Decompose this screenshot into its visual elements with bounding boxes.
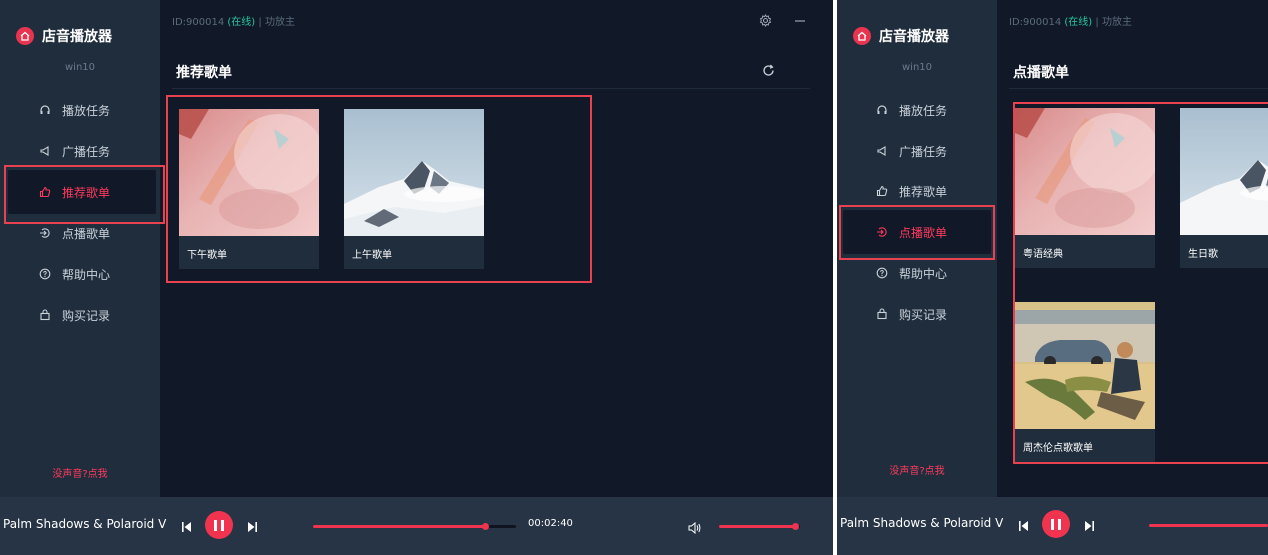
volume-icon[interactable] xyxy=(688,519,702,538)
device-name: win10 xyxy=(64,62,96,73)
song-title: Palm Shadows & Polaroid V xyxy=(840,516,1004,530)
bag-icon xyxy=(38,308,52,322)
app-name: 店音播放器 xyxy=(42,29,112,45)
device-status: ID:900014 (在线) | 功放主 xyxy=(172,13,295,28)
headphones-icon xyxy=(875,103,889,117)
previous-icon[interactable] xyxy=(1018,517,1029,536)
pause-button[interactable] xyxy=(205,511,233,539)
player-bar: Palm Shadows & Polaroid V 00:02:40 xyxy=(0,497,833,555)
highlight-box xyxy=(839,205,995,260)
device-role: 功放主 xyxy=(1101,17,1132,28)
sidebar: 店音播放器 win10 播放任务 广播任务 推荐歌单 点播歌单 帮助中心 购买记… xyxy=(0,0,160,497)
device-role: 功放主 xyxy=(264,17,295,28)
page-title: 推荐歌单 xyxy=(176,65,232,81)
home-logo-icon xyxy=(16,27,34,45)
pause-icon xyxy=(1051,518,1054,530)
app-logo: 店音播放器 xyxy=(853,26,949,46)
device-name: win10 xyxy=(901,62,933,73)
help-icon xyxy=(875,266,889,280)
app-name: 店音播放器 xyxy=(879,29,949,45)
sidebar-item-label: 播放任务 xyxy=(62,103,111,118)
online-status: (在线) xyxy=(227,17,256,28)
device-id: ID:900014 xyxy=(172,17,225,28)
page-title: 点播歌单 xyxy=(1013,65,1069,81)
sidebar-item-label: 帮助中心 xyxy=(62,267,111,282)
title-divider xyxy=(172,88,810,89)
pause-icon xyxy=(214,519,217,531)
sidebar-item-label: 广播任务 xyxy=(899,144,948,159)
sidebar-item-label: 广播任务 xyxy=(62,144,111,159)
progress-knob[interactable] xyxy=(482,523,490,530)
pause-button[interactable] xyxy=(1042,510,1070,538)
volume-knob[interactable] xyxy=(792,523,800,530)
highlight-box xyxy=(1013,102,1268,464)
sidebar-item-purchases[interactable]: 购买记录 xyxy=(837,295,997,333)
elapsed-time: 00:02:40 xyxy=(528,518,573,529)
no-sound-link[interactable]: 没声音?点我 xyxy=(0,465,160,480)
progress-fill xyxy=(313,525,486,528)
left-screenshot: 店音播放器 win10 播放任务 广播任务 推荐歌单 点播歌单 帮助中心 购买记… xyxy=(0,0,833,555)
megaphone-icon xyxy=(875,144,889,158)
megaphone-icon xyxy=(38,144,52,158)
volume-fill xyxy=(719,525,796,528)
device-status: ID:900014 (在线) | 功放主 xyxy=(1009,13,1132,28)
refresh-icon[interactable] xyxy=(762,62,775,81)
sidebar-item-purchases[interactable]: 购买记录 xyxy=(0,296,160,334)
no-sound-link[interactable]: 没声音?点我 xyxy=(837,462,997,477)
progress-bar[interactable] xyxy=(1149,524,1268,527)
progress-bar[interactable] xyxy=(313,523,516,530)
sidebar-item-label: 播放任务 xyxy=(899,103,948,118)
sidebar-item-label: 帮助中心 xyxy=(899,266,948,281)
online-status: (在线) xyxy=(1064,17,1093,28)
home-logo-icon xyxy=(853,27,871,45)
sidebar-item-label: 推荐歌单 xyxy=(899,184,948,199)
volume-slider[interactable] xyxy=(719,523,800,530)
sidebar-item-label: 购买记录 xyxy=(899,307,948,322)
sidebar-item-broadcast-tasks[interactable]: 广播任务 xyxy=(837,132,997,170)
window-controls xyxy=(759,12,806,31)
sidebar-item-play-tasks[interactable]: 播放任务 xyxy=(0,91,160,129)
sidebar-item-help[interactable]: 帮助中心 xyxy=(0,255,160,293)
sidebar-item-play-tasks[interactable]: 播放任务 xyxy=(837,91,997,129)
song-title: Palm Shadows & Polaroid V xyxy=(3,517,167,531)
highlight-box xyxy=(4,165,165,224)
bag-icon xyxy=(875,307,889,321)
help-icon xyxy=(38,267,52,281)
previous-icon[interactable] xyxy=(181,518,192,537)
highlight-box xyxy=(166,95,592,283)
minimize-icon[interactable] xyxy=(794,12,806,31)
headphones-icon xyxy=(38,103,52,117)
next-icon[interactable] xyxy=(1084,517,1095,536)
sidebar-item-label: 点播歌单 xyxy=(62,226,111,241)
login-icon xyxy=(38,226,52,240)
player-bar: Palm Shadows & Polaroid V xyxy=(837,497,1268,555)
title-divider xyxy=(1009,88,1268,89)
status-separator: | xyxy=(1095,17,1099,28)
thumbs-up-icon xyxy=(875,184,889,198)
device-id: ID:900014 xyxy=(1009,17,1062,28)
next-icon[interactable] xyxy=(247,518,258,537)
status-separator: | xyxy=(258,17,262,28)
settings-gear-icon[interactable] xyxy=(759,12,772,31)
right-screenshot: 店音播放器 win10 播放任务 广播任务 推荐歌单 点播歌单 帮助中心 购买记… xyxy=(837,0,1268,555)
app-logo: 店音播放器 xyxy=(16,26,112,46)
sidebar-item-label: 购买记录 xyxy=(62,308,111,323)
